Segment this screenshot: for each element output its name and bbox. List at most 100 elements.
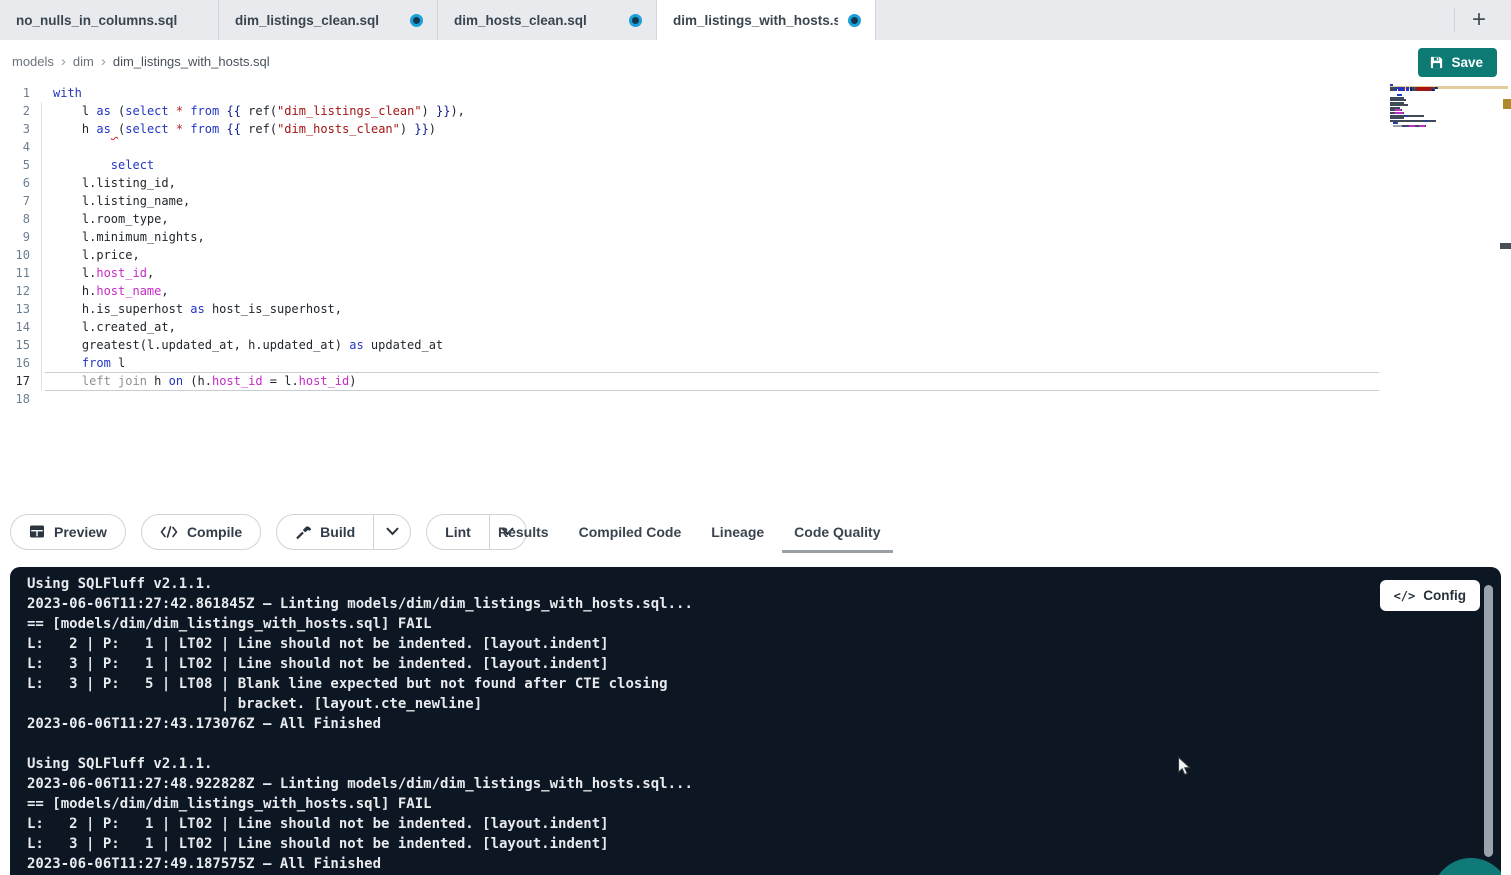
line-number: 1: [0, 84, 30, 102]
code-line: 2 l as (select * from {{ ref("dim_listin…: [0, 102, 1511, 120]
code-icon: </>: [1394, 589, 1416, 603]
code-token: l.created_at,: [53, 320, 176, 334]
code-token: select: [125, 104, 168, 118]
save-button[interactable]: Save: [1418, 48, 1497, 77]
file-tab[interactable]: dim_listings_clean.sql: [219, 0, 438, 40]
code-line: 6 l.listing_id,: [0, 174, 1511, 192]
code-line: 3 h as (select * from {{ ref("dim_hosts_…: [0, 120, 1511, 138]
code-token: ,: [161, 284, 168, 298]
code-token: l.: [53, 266, 96, 280]
tabbar-divider: [1454, 8, 1455, 32]
file-tab-label: dim_hosts_clean.sql: [454, 13, 619, 28]
code-line: 17 left join h on (h.host_id = l.host_id…: [0, 372, 1511, 390]
code-token: [53, 356, 82, 370]
new-tab-button[interactable]: +: [1465, 6, 1493, 34]
code-line: 8 l.room_type,: [0, 210, 1511, 228]
code-editor[interactable]: 1with2 l as (select * from {{ ref("dim_l…: [0, 83, 1511, 510]
code-line: 5 select: [0, 156, 1511, 174]
file-tab-bar: no_nulls_in_columns.sqldim_listings_clea…: [0, 0, 1511, 40]
lint-button[interactable]: Lint: [427, 515, 489, 549]
code-token: host_is_superhost,: [205, 302, 342, 316]
code-lines: 1with2 l as (select * from {{ ref("dim_l…: [0, 84, 1511, 408]
line-number: 18: [0, 390, 30, 408]
code-line-text: l as (select * from {{ ref("dim_listings…: [30, 102, 465, 120]
code-line: 15 greatest(l.updated_at, h.updated_at) …: [0, 336, 1511, 354]
code-line-text: [30, 138, 53, 156]
terminal-scrollbar[interactable]: [1484, 585, 1493, 857]
code-line-text: l.created_at,: [30, 318, 176, 336]
code-line-text: h.host_name,: [30, 282, 169, 300]
code-token: host_name: [96, 284, 161, 298]
breadcrumb-segment[interactable]: dim_listings_with_hosts.sql: [113, 54, 270, 69]
preview-button[interactable]: Preview: [11, 515, 125, 549]
code-line: 16 from l: [0, 354, 1511, 372]
minimap-segment: [1427, 120, 1436, 122]
unsaved-changes-icon: [629, 14, 642, 27]
chevron-down-icon: [386, 527, 399, 536]
code-token: {{: [226, 122, 240, 136]
code-line: 9 l.minimum_nights,: [0, 228, 1511, 246]
code-token: l.price,: [53, 248, 140, 262]
line-number: 10: [0, 246, 30, 264]
code-line-text: h as (select * from {{ ref("dim_hosts_cl…: [30, 120, 436, 138]
file-tab[interactable]: no_nulls_in_columns.sql: [0, 0, 219, 40]
code-line-text: l.room_type,: [30, 210, 169, 228]
minimap-segment: [1434, 89, 1435, 91]
action-buttons: Preview Compile Build Lint: [10, 514, 527, 550]
minimap[interactable]: [1390, 84, 1462, 130]
breadcrumb-segment[interactable]: dim: [73, 54, 94, 69]
floppy-disk-icon: [1429, 55, 1444, 70]
line-number: 12: [0, 282, 30, 300]
code-line: 1with: [0, 84, 1511, 102]
minimap-segment: [1416, 89, 1430, 91]
file-tab[interactable]: dim_hosts_clean.sql: [438, 0, 657, 40]
lint-button-label: Lint: [445, 524, 471, 540]
code-token: ): [422, 104, 436, 118]
line-number: 3: [0, 120, 30, 138]
line-number: 5: [0, 156, 30, 174]
code-line-text: l.minimum_nights,: [30, 228, 205, 246]
code-token: updated_at: [364, 338, 443, 352]
minimap-segment: [1393, 125, 1402, 127]
code-token: "dim_listings_clean": [277, 104, 422, 118]
line-number: 14: [0, 318, 30, 336]
code-line: 13 h.is_superhost as host_is_superhost,: [0, 300, 1511, 318]
chevron-right-icon: ›: [101, 53, 106, 70]
line-number: 9: [0, 228, 30, 246]
dbt-ide-window: no_nulls_in_columns.sqldim_listings_clea…: [0, 0, 1511, 875]
code-token: [53, 158, 111, 172]
panel-tab-lineage[interactable]: Lineage: [699, 510, 776, 553]
code-token: host_id: [212, 374, 263, 388]
code-line-text: l.host_id,: [30, 264, 154, 282]
line-number: 16: [0, 354, 30, 372]
code-line-text: with: [30, 84, 82, 102]
code-token: select: [111, 158, 154, 172]
compile-button[interactable]: Compile: [142, 515, 260, 549]
code-line-text: from l: [30, 354, 125, 372]
code-token: from: [190, 122, 219, 136]
code-token: }}: [436, 104, 450, 118]
preview-button-label: Preview: [54, 524, 107, 540]
minimap-line: [1390, 127, 1462, 129]
code-token: {{: [226, 104, 240, 118]
code-token: ref(: [241, 104, 277, 118]
panel-tab-results[interactable]: Results: [486, 510, 561, 553]
code-token: l.listing_id,: [53, 176, 176, 190]
code-line: 11 l.host_id,: [0, 264, 1511, 282]
build-dropdown-button[interactable]: [373, 515, 410, 549]
panel-tab-compiled-code[interactable]: Compiled Code: [567, 510, 694, 553]
table-icon: [29, 524, 45, 539]
code-line-text: l.listing_name,: [30, 192, 190, 210]
file-tab[interactable]: dim_listings_with_hosts.sql: [657, 0, 876, 40]
config-button[interactable]: </> Config: [1380, 580, 1480, 611]
line-number: 8: [0, 210, 30, 228]
overview-ruler-warning-marker: [1503, 99, 1511, 109]
code-token: l.room_type,: [53, 212, 169, 226]
code-token: on: [169, 374, 183, 388]
line-number: 6: [0, 174, 30, 192]
line-number: 2: [0, 102, 30, 120]
minimap-segment: [1408, 115, 1424, 117]
panel-tab-code-quality[interactable]: Code Quality: [782, 510, 892, 553]
breadcrumb-segment[interactable]: models: [12, 54, 54, 69]
build-button[interactable]: Build: [277, 515, 373, 549]
